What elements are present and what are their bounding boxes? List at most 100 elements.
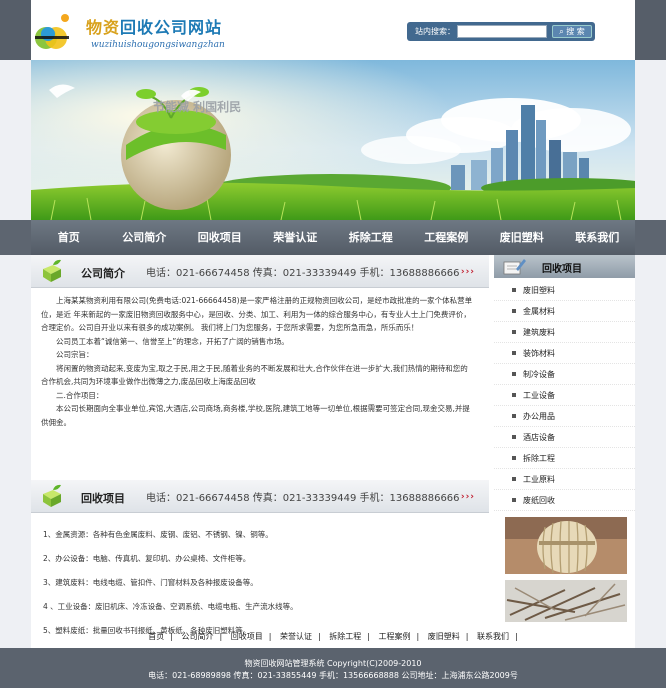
- bullet-icon: [512, 435, 516, 439]
- recycle-list: 1、金属资源：各种有色金属废料、废钢、废铝、不锈钢、镍、铜等。 2、办公设备：电…: [31, 513, 489, 643]
- nav-item-plastics[interactable]: 废旧塑料: [484, 220, 560, 255]
- sidebar-list: 废旧塑料 金属材料 建筑废料 装饰材料 制冷设备 工业设备 办公用品 酒店设备 …: [494, 278, 635, 511]
- sidebar-item[interactable]: 金属材料: [494, 301, 635, 322]
- sidebar-item-label: 废旧塑料: [523, 286, 555, 295]
- banner-slogan: 节能减 利国利民: [153, 100, 242, 114]
- list-item: 2、办公设备：电脑、传真机、复印机、办公桌椅、文件柜等。: [43, 554, 251, 563]
- page-container: 物资回收公司网站 wuzihuishougongsiwangzhan 站内搜索：…: [31, 0, 635, 688]
- site-title[interactable]: 物资回收公司网站: [86, 14, 222, 38]
- nav-item-about[interactable]: 公司简介: [107, 220, 183, 255]
- site-subtitle: wuzihuishougongsiwangzhan: [91, 40, 225, 50]
- search-bar: 站内搜索： ⌕ 搜 索: [407, 22, 595, 41]
- separator: |: [318, 632, 321, 641]
- logo-icon: [35, 14, 69, 49]
- product-photo-barrel[interactable]: [505, 517, 627, 574]
- footer-link-about[interactable]: 公司简介: [182, 632, 214, 641]
- sidebar-item-label: 工业设备: [523, 391, 555, 400]
- sidebar-item[interactable]: 拆除工程: [494, 448, 635, 469]
- sidebar: 回收项目 废旧塑料 金属材料 建筑废料 装饰材料 制冷设备 工业设备 办公用品 …: [494, 255, 635, 625]
- sidebar-item-label: 工业原料: [523, 475, 555, 484]
- sidebar-item[interactable]: 废纸回收: [494, 490, 635, 511]
- separator: |: [465, 632, 469, 641]
- footer-link-honors[interactable]: 荣誉认证: [280, 632, 312, 641]
- intro-section-header: 公司简介 电话：021-66674458 传真：021-33339449 手机：…: [31, 255, 489, 288]
- search-input[interactable]: [457, 25, 547, 38]
- sidebar-item-label: 金属材料: [523, 307, 555, 316]
- bullet-icon: [512, 288, 516, 292]
- footer-link-contact[interactable]: 联系我们: [477, 632, 509, 641]
- main-content: 公司简介 电话：021-66674458 传真：021-33339449 手机：…: [31, 255, 489, 643]
- intro-section-title: 公司简介: [81, 267, 125, 280]
- hero-banner: 节能减 利国利民: [31, 60, 635, 220]
- sidebar-item-label: 拆除工程: [523, 454, 555, 463]
- sidebar-item-label: 废纸回收: [523, 496, 555, 505]
- separator: |: [170, 632, 173, 641]
- sidebar-item[interactable]: 装饰材料: [494, 343, 635, 364]
- bullet-icon: [512, 330, 516, 334]
- footer-link-projects[interactable]: 回收项目: [231, 632, 263, 641]
- list-item: 3、建筑废料：电线电缆、管扣件、门窗材料及各种报废设备等。: [43, 578, 258, 587]
- sidebar-item-label: 制冷设备: [523, 370, 555, 379]
- footer-info: 物资回收网站管理系统 Copyright(C)2009-2010 电话：021-…: [31, 648, 635, 688]
- sidebar-item[interactable]: 制冷设备: [494, 364, 635, 385]
- sidebar-item[interactable]: 建筑废料: [494, 322, 635, 343]
- nav-item-honors[interactable]: 荣誉认证: [258, 220, 334, 255]
- more-link[interactable]: ›››: [461, 492, 475, 502]
- bullet-icon: [512, 498, 516, 502]
- nav-item-cases[interactable]: 工程案例: [409, 220, 485, 255]
- list-item: 4 、工业设备：废旧机床、冷冻设备、空调系统、电缆电瓶、生产流水线等。: [43, 602, 298, 611]
- site-title-a: 物资: [86, 18, 121, 37]
- sidebar-item[interactable]: 工业设备: [494, 385, 635, 406]
- sidebar-item-label: 建筑废料: [523, 328, 555, 337]
- bullet-icon: [512, 414, 516, 418]
- sidebar-item[interactable]: 办公用品: [494, 406, 635, 427]
- sidebar-item[interactable]: 酒店设备: [494, 427, 635, 448]
- separator: |: [219, 632, 223, 641]
- footer-link-home[interactable]: 首页: [148, 632, 164, 641]
- bullet-icon: [512, 456, 516, 460]
- sidebar-header: 回收项目: [494, 255, 635, 278]
- intro-paragraph: 公司宗旨：: [56, 350, 94, 359]
- search-label: 站内搜索：: [415, 27, 455, 36]
- sidebar-item[interactable]: 废旧塑料: [494, 280, 635, 301]
- footer-link-plastics[interactable]: 废旧塑料: [428, 632, 460, 641]
- sidebar-item-label: 酒店设备: [523, 433, 555, 442]
- sidebar-title: 回收项目: [542, 264, 582, 275]
- intro-paragraph: 公司员工本着“诚信第一、信誉至上”的理念，开拓了广阔的销售市场。: [56, 336, 289, 346]
- bullet-icon: [512, 372, 516, 376]
- separator: |: [268, 632, 272, 641]
- separator: |: [515, 632, 518, 641]
- product-photo-scrap[interactable]: [505, 580, 627, 622]
- pencil-book-icon: [503, 259, 526, 275]
- leaf-cube-icon: [43, 484, 61, 507]
- bullet-icon: [512, 309, 516, 313]
- nav-item-contact[interactable]: 联系我们: [560, 220, 636, 255]
- nav-item-home[interactable]: 首页: [31, 220, 107, 255]
- search-icon: ⌕: [559, 27, 564, 36]
- bullet-icon: [512, 393, 516, 397]
- footer-links: 首页 | 公司简介 | 回收项目 | 荣誉认证 | 拆除工程 | 工程案例 | 废旧塑料 | …: [31, 628, 635, 646]
- intro-paragraph: 本公司长期面向全事业单位,宾馆,大酒店,公司商场,商务楼,学校,医院,建筑工地等…: [41, 404, 470, 427]
- intro-paragraph: 将闲置的物资动起来,变废为宝,取之于民,用之于民,随着业务的不断发展和壮大,合作…: [41, 363, 468, 387]
- site-title-b: 回收公司网站: [120, 18, 223, 37]
- sidebar-item-label: 装饰材料: [523, 349, 555, 358]
- sidebar-item[interactable]: 工业原料: [494, 469, 635, 490]
- intro-paragraph: 上海某某物资利用有限公司(免费电话:021-66664458)是一家严格注册的正…: [41, 296, 473, 332]
- footer-link-demolition[interactable]: 拆除工程: [329, 632, 361, 641]
- banner-image: [31, 60, 635, 220]
- separator: |: [367, 632, 370, 641]
- contact-line: 电话：021-66674458 传真：021-33339449 手机：13688…: [146, 268, 460, 279]
- recycle-section-header: 回收项目 电话：021-66674458 传真：021-33339449 手机：…: [31, 480, 489, 513]
- more-link[interactable]: ›››: [461, 267, 475, 277]
- search-button-label: 搜 索: [566, 27, 585, 36]
- sidebar-item-label: 办公用品: [523, 412, 555, 421]
- nav-item-projects[interactable]: 回收项目: [182, 220, 258, 255]
- footer-link-cases[interactable]: 工程案例: [379, 632, 411, 641]
- copyright-text: 物资回收网站管理系统 Copyright(C)2009-2010: [244, 659, 422, 668]
- bullet-icon: [512, 477, 516, 481]
- nav-item-demolition[interactable]: 拆除工程: [333, 220, 409, 255]
- recycle-section-title: 回收项目: [81, 492, 125, 505]
- search-button[interactable]: ⌕ 搜 索: [552, 25, 592, 38]
- bullet-icon: [512, 351, 516, 355]
- footer-contact-text: 电话：021-68989898 传真：021-33855449 手机：13566…: [148, 671, 518, 680]
